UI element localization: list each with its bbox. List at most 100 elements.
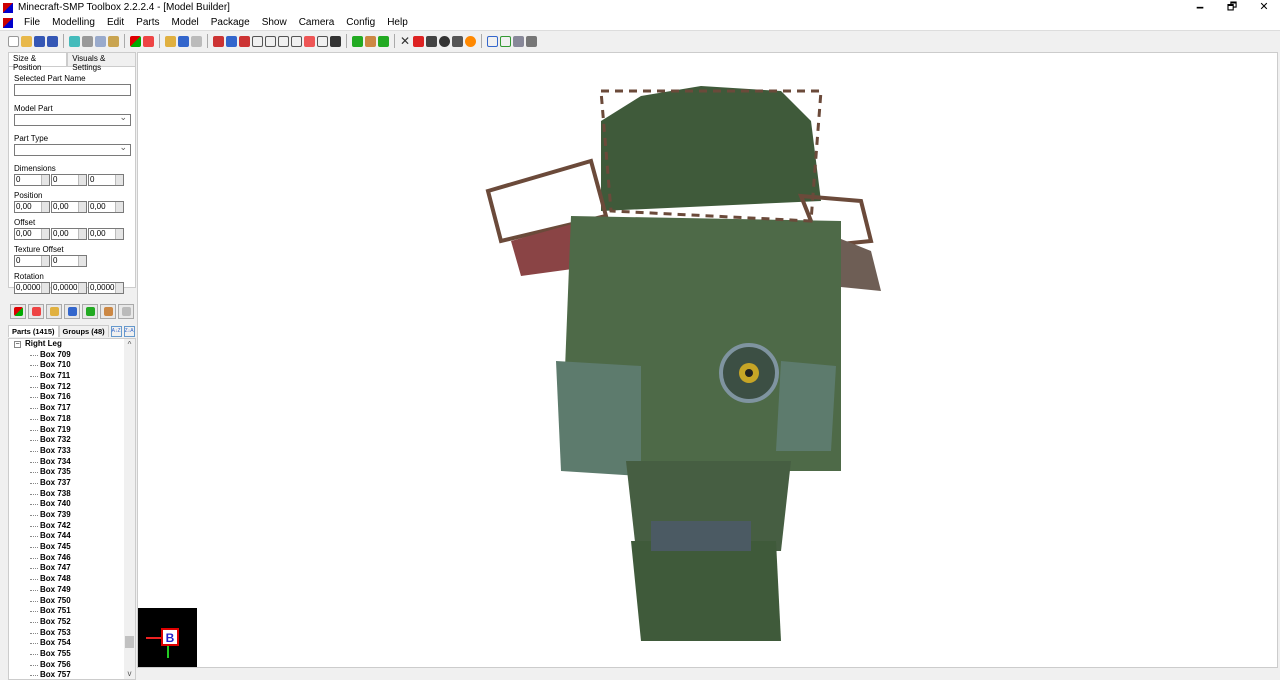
minimize-button[interactable]: 🗕 [1184,0,1216,15]
tree-scrollbar[interactable]: ^ v [124,339,135,679]
offset-x-spinner[interactable]: 0,00 [14,228,50,240]
texture-icon[interactable] [378,35,389,47]
tree-item[interactable]: Box 750 [9,596,135,607]
tree-item[interactable]: Box 740 [9,499,135,510]
burst-icon[interactable] [465,35,476,47]
rotate-reset-icon[interactable] [291,35,302,47]
maximize-button[interactable]: 🗗 [1216,0,1248,15]
scroll-thumb[interactable] [125,636,134,648]
tree-item[interactable]: Box 756 [9,660,135,671]
dimension-x-spinner[interactable]: 0 [14,174,50,186]
red-block-icon[interactable] [413,35,424,47]
model-part-select[interactable] [14,112,131,126]
position-z-spinner[interactable]: 0,00 [88,201,124,213]
menu-modelling[interactable]: Modelling [46,17,101,28]
tree-item[interactable]: Box 742 [9,521,135,532]
move-icon[interactable] [330,35,341,47]
add-box-icon[interactable] [130,35,141,47]
position-y-spinner[interactable]: 0,00 [51,201,87,213]
open-icon[interactable] [21,35,32,47]
delete-button[interactable] [118,304,134,319]
scroll-up-icon[interactable]: ^ [124,339,135,350]
menu-show[interactable]: Show [256,17,293,28]
edit-part-button[interactable] [46,304,62,319]
menu-camera[interactable]: Camera [293,17,341,28]
cut-icon[interactable] [82,35,93,47]
texture-offset-u-spinner[interactable]: 0 [14,255,50,267]
3d-viewport[interactable]: B [137,52,1278,668]
tree-item[interactable]: Box 754 [9,638,135,649]
offset-y-spinner[interactable]: 0,00 [51,228,87,240]
tree-item[interactable]: Box 749 [9,585,135,596]
dimension-y-spinner[interactable]: 0 [51,174,87,186]
tree-item[interactable]: Box 732 [9,435,135,446]
rotation-z-spinner[interactable]: 0,0000 [88,282,124,294]
tree-item[interactable]: Box 712 [9,382,135,393]
tree-item[interactable]: Box 751 [9,606,135,617]
tree-item[interactable]: Box 747 [9,563,135,574]
shield-icon[interactable] [317,35,328,47]
settings-icon[interactable] [513,35,524,47]
tab-size-position[interactable]: Size & Position [8,52,68,72]
tree-item[interactable]: Box 710 [9,360,135,371]
collapse-icon[interactable]: − [14,341,21,348]
animal-icon[interactable] [452,35,463,47]
sort-ascending-button[interactable]: A↓Z [110,325,122,337]
robot-icon[interactable] [526,35,537,47]
brush-icon[interactable] [365,35,376,47]
menu-config[interactable]: Config [340,17,381,28]
tree-node-right-leg[interactable]: − Right Leg [9,339,135,350]
rotate-x-icon[interactable] [252,35,263,47]
add-shape-button[interactable] [28,304,44,319]
chart-icon[interactable] [352,35,363,47]
part-type-select[interactable] [14,142,131,156]
x-icon[interactable]: ✕ [400,35,411,47]
hand-icon[interactable] [426,35,437,47]
ball-icon[interactable] [439,35,450,47]
mirror-y-icon[interactable] [226,35,237,47]
tree-item[interactable]: Box 745 [9,542,135,553]
menu-parts[interactable]: Parts [130,17,165,28]
brush-button[interactable] [100,304,116,319]
tree-item[interactable]: Box 757 [9,670,135,679]
texture-offset-v-spinner[interactable]: 0 [51,255,87,267]
list-icon[interactable] [487,35,498,47]
menu-help[interactable]: Help [381,17,414,28]
tab-parts[interactable]: Parts (1415) [8,325,59,337]
group-icon[interactable] [178,35,189,47]
eraser-icon[interactable] [304,35,315,47]
tree-item[interactable]: Box 753 [9,628,135,639]
tree-item[interactable]: Box 739 [9,510,135,521]
rotate-y-icon[interactable] [265,35,276,47]
tree-item[interactable]: Box 711 [9,371,135,382]
document-icon[interactable] [69,35,80,47]
menu-edit[interactable]: Edit [101,17,130,28]
menu-file[interactable]: File [18,17,46,28]
tab-groups[interactable]: Groups (48) [58,325,109,337]
tab-visuals-settings[interactable]: Visuals & Settings [67,52,136,72]
mirror-z-icon[interactable] [239,35,250,47]
tree-item[interactable]: Box 733 [9,446,135,457]
tree-item[interactable]: Box 737 [9,478,135,489]
menu-package[interactable]: Package [205,17,256,28]
offset-z-spinner[interactable]: 0,00 [88,228,124,240]
copy-icon[interactable] [95,35,106,47]
save-icon[interactable] [34,35,45,47]
pencil-icon[interactable] [165,35,176,47]
tree-item[interactable]: Box 738 [9,489,135,500]
paste-icon[interactable] [108,35,119,47]
selected-part-name-input[interactable] [14,84,131,96]
position-x-spinner[interactable]: 0,00 [14,201,50,213]
sort-descending-button[interactable]: Z↓A [123,325,135,337]
tree-item[interactable]: Box 752 [9,617,135,628]
mirror-x-icon[interactable] [213,35,224,47]
chart-button[interactable] [82,304,98,319]
checklist-icon[interactable] [500,35,511,47]
rotate-z-icon[interactable] [278,35,289,47]
menu-model[interactable]: Model [166,17,205,28]
tree-item[interactable]: Box 744 [9,531,135,542]
rotation-y-spinner[interactable]: 0,0000 [51,282,87,294]
dimension-z-spinner[interactable]: 0 [88,174,124,186]
group-button[interactable] [64,304,80,319]
tree-item[interactable]: Box 718 [9,414,135,425]
